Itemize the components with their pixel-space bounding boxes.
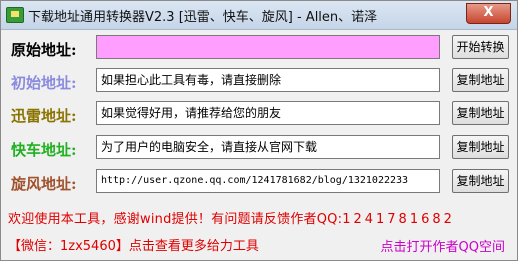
copy-qqxf-address-button[interactable]: 复制地址 <box>452 169 509 193</box>
copy-initial-address-button[interactable]: 复制地址 <box>452 68 509 92</box>
close-button[interactable]: X <box>466 3 511 24</box>
original-address-input[interactable] <box>96 35 440 59</box>
copy-flashget-address-button[interactable]: 复制地址 <box>452 135 509 159</box>
qqxf-address-field[interactable]: http://user.qzone.qq.com/1241781682/blog… <box>96 169 440 193</box>
author-qq-number: 1241781682 <box>342 212 455 227</box>
author-qzone-link[interactable]: 点击打开作者QQ空间 <box>381 236 505 255</box>
flashget-address-field[interactable]: 为了用户的电脑安全，请直接从官网下载 <box>96 135 440 159</box>
app-icon <box>6 7 24 23</box>
wechat-more-tools-link[interactable]: 【微信：1zx5460】点击查看更多给力工具 <box>8 235 259 254</box>
initial-address-field[interactable]: 如果担心此工具有毒，请直接删除 <box>96 68 440 92</box>
window-title: 下载地址通用转换器V2.3 [迅雷、快车、旋风] - Allen、诺泽 <box>28 10 378 25</box>
initial-address-label: 初始地址: <box>11 74 77 92</box>
copy-thunder-address-button[interactable]: 复制地址 <box>452 101 509 125</box>
original-address-label: 原始地址: <box>11 41 77 59</box>
welcome-text: 欢迎使用本工具，感谢wind提供！有问题请反馈作者QQ: <box>8 212 343 227</box>
converter-window: 下载地址通用转换器V2.3 [迅雷、快车、旋风] - Allen、诺泽 X 原始… <box>0 0 518 261</box>
thunder-address-label: 迅雷地址: <box>11 107 77 125</box>
title-bar[interactable]: 下载地址通用转换器V2.3 [迅雷、快车、旋风] - Allen、诺泽 X <box>1 1 517 30</box>
thunder-address-field[interactable]: 如果觉得好用，请推荐给您的朋友 <box>96 101 440 125</box>
qqxf-address-label: 旋风地址: <box>11 175 77 193</box>
welcome-message: 欢迎使用本工具，感谢wind提供！有问题请反馈作者QQ:1241781682 <box>8 208 455 227</box>
start-convert-button[interactable]: 开始转换 <box>452 35 509 59</box>
flashget-address-label: 快车地址: <box>11 141 77 159</box>
